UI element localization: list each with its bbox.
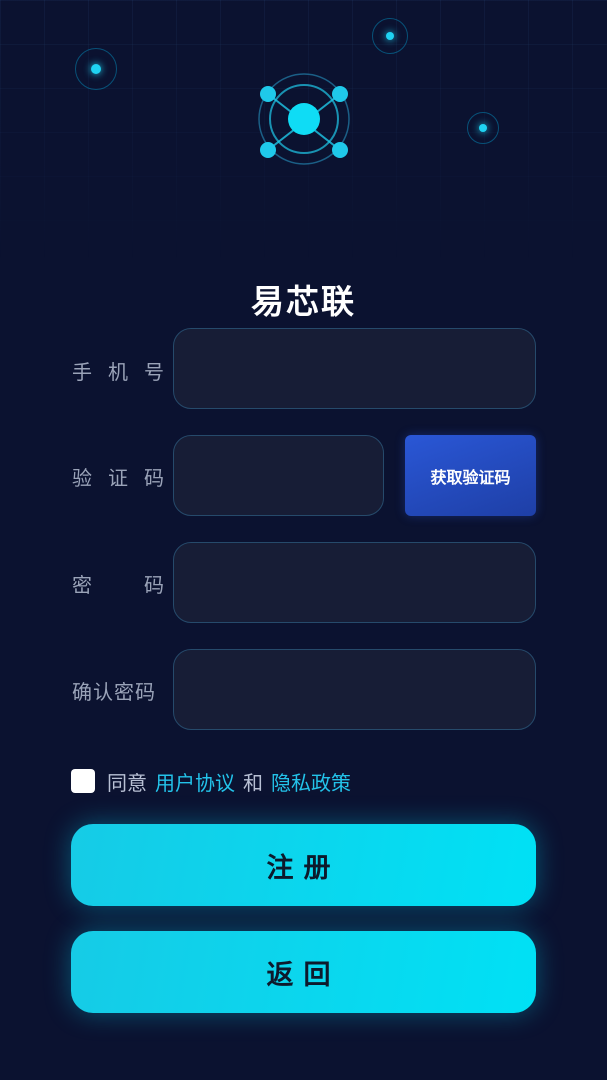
decorative-dot (372, 18, 408, 54)
password-input[interactable] (174, 543, 535, 622)
agree-prefix: 同意 (107, 770, 147, 795)
verification-code-input[interactable] (174, 436, 383, 515)
app-logo-icon (258, 73, 350, 165)
get-verification-code-button[interactable]: 获取验证码 (405, 435, 536, 516)
confirm-password-field[interactable] (173, 649, 536, 730)
agree-checkbox[interactable] (71, 769, 95, 793)
register-button[interactable]: 注册 (71, 824, 536, 906)
privacy-policy-link[interactable]: 隐私政策 (271, 767, 351, 796)
code-label: 验 证 码 (72, 465, 164, 490)
phone-input[interactable] (174, 329, 535, 408)
agree-and: 和 (243, 770, 263, 795)
verification-code-field[interactable] (173, 435, 384, 516)
password-label: 密 码 (72, 572, 164, 597)
agreement-row: 同意 用户协议 和 隐私政策 (71, 766, 359, 796)
decorative-dot (75, 48, 117, 90)
user-agreement-link[interactable]: 用户协议 (155, 767, 235, 796)
password-field[interactable] (173, 542, 536, 623)
confirm-password-label: 确认密码 (72, 679, 156, 704)
decorative-dot (467, 112, 499, 144)
app-title: 易芯联 (251, 282, 356, 321)
confirm-password-input[interactable] (174, 650, 535, 729)
phone-field[interactable] (173, 328, 536, 409)
back-button[interactable]: 返回 (71, 931, 536, 1013)
phone-label: 手 机 号 (72, 359, 164, 384)
